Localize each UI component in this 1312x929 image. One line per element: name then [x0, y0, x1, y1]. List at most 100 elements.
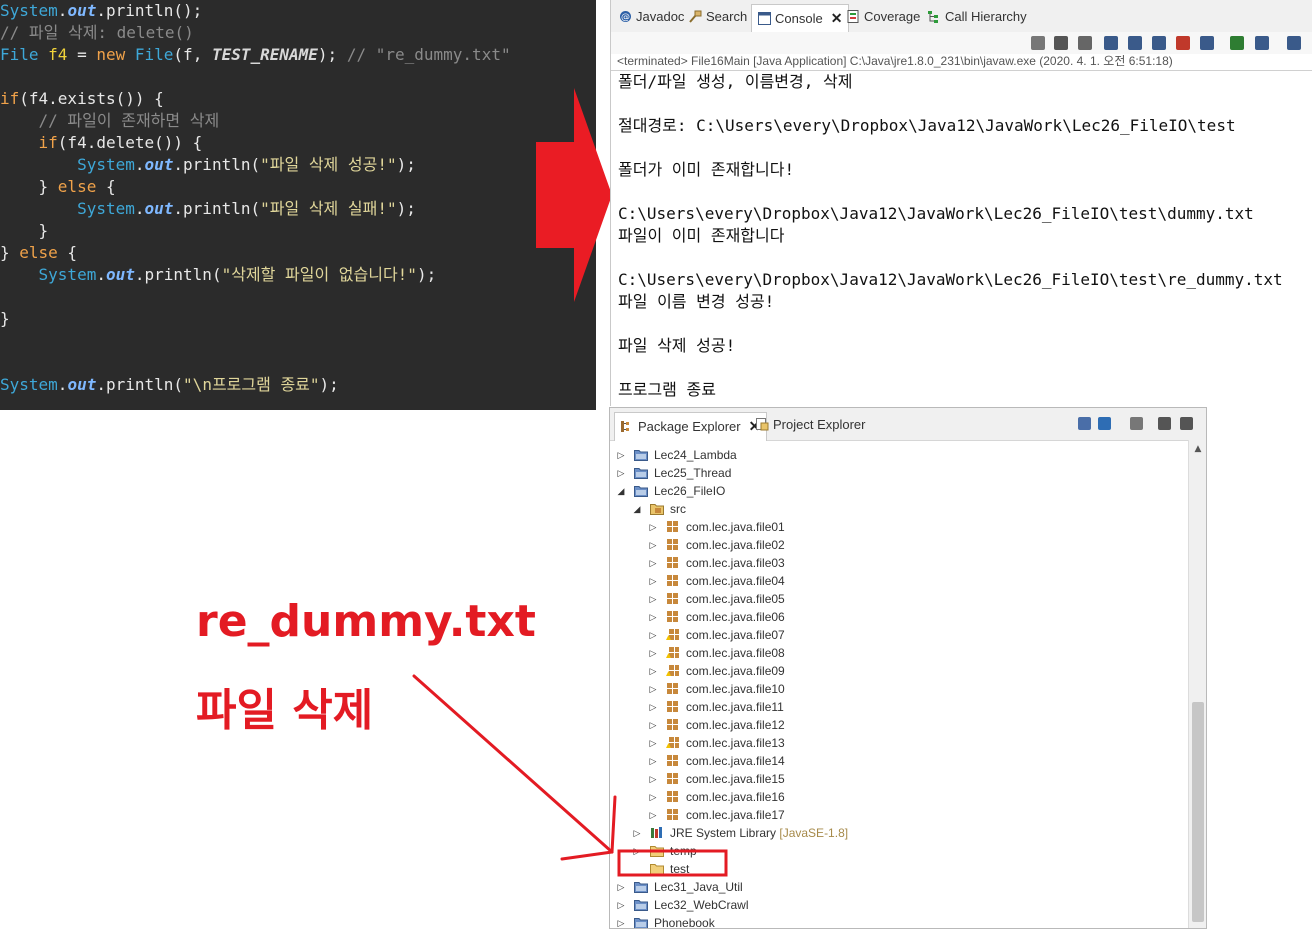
scroll-up-icon[interactable]: ▲: [1189, 442, 1206, 456]
tree-item[interactable]: ▷ com.lec.java.file16: [610, 788, 1188, 806]
expand-icon[interactable]: ▷: [648, 698, 658, 716]
tree-item[interactable]: ▷ com.lec.java.file07: [610, 626, 1188, 644]
code-token: .println(: [96, 375, 184, 394]
expand-icon[interactable]: ▷: [648, 680, 658, 698]
tree-item[interactable]: ▷ com.lec.java.file06: [610, 608, 1188, 626]
show-console-on-stderr-icon[interactable]: [1176, 36, 1190, 50]
tree-item[interactable]: ▷ Lec32_WebCrawl: [610, 896, 1188, 914]
tree-item[interactable]: ▷ com.lec.java.file14: [610, 752, 1188, 770]
link-with-editor-icon[interactable]: [1098, 417, 1111, 430]
tree-item[interactable]: ▷ com.lec.java.file05: [610, 590, 1188, 608]
expand-icon[interactable]: ▷: [648, 734, 658, 752]
expand-icon[interactable]: ▷: [648, 536, 658, 554]
tree-item[interactable]: ▷ com.lec.java.file04: [610, 572, 1188, 590]
expand-icon[interactable]: ▷: [616, 446, 626, 464]
scroll-lock-icon[interactable]: [1104, 36, 1118, 50]
tree-item[interactable]: ▷ com.lec.java.file17: [610, 806, 1188, 824]
tree-item[interactable]: ▷ temp: [610, 842, 1188, 860]
display-selected-console-icon[interactable]: [1230, 36, 1244, 50]
code-token: }: [0, 309, 10, 328]
collapse-all-icon[interactable]: [1078, 417, 1091, 430]
terminate-icon[interactable]: [1031, 36, 1045, 50]
code-editor[interactable]: System.out.println();// 파일 삭제: delete() F…: [0, 0, 596, 410]
expand-icon[interactable]: ▷: [648, 590, 658, 608]
code-token: {: [57, 243, 78, 262]
code-token: );: [319, 375, 339, 394]
tree-item[interactable]: ▷ com.lec.java.file15: [610, 770, 1188, 788]
expand-icon[interactable]: ▷: [648, 626, 658, 644]
tree-item[interactable]: ▷ com.lec.java.file09: [610, 662, 1188, 680]
tree-item[interactable]: ▷ com.lec.java.file01: [610, 518, 1188, 536]
tab-package-explorer[interactable]: Package Explorer ✕: [614, 412, 768, 441]
open-console-icon[interactable]: [1255, 36, 1269, 50]
expand-icon[interactable]: ▷: [616, 914, 626, 928]
package-icon: [666, 772, 680, 785]
tree-item[interactable]: ▷ Lec25_Thread: [610, 464, 1188, 482]
tree-item[interactable]: test: [610, 860, 1188, 878]
pin-console-icon[interactable]: [1200, 36, 1214, 50]
tree-item[interactable]: ▷ com.lec.java.file12: [610, 716, 1188, 734]
tree-item[interactable]: ▷ Lec31_Java_Util: [610, 878, 1188, 896]
tab-javadoc[interactable]: @ Javadoc: [619, 6, 684, 28]
expand-icon[interactable]: ▷: [616, 896, 626, 914]
remove-all-terminated-icon[interactable]: [1078, 36, 1092, 50]
expand-icon[interactable]: ▷: [632, 824, 642, 842]
expand-icon[interactable]: ▷: [616, 878, 626, 896]
code-token: File: [134, 45, 174, 64]
focus-icon[interactable]: [1130, 417, 1143, 430]
expand-icon[interactable]: ▷: [648, 752, 658, 770]
minimize-icon[interactable]: [1180, 417, 1193, 430]
expand-icon[interactable]: ▷: [616, 464, 626, 482]
expand-icon[interactable]: ▷: [648, 662, 658, 680]
expand-icon[interactable]: ▷: [648, 572, 658, 590]
tree-item[interactable]: ▷ com.lec.java.file13: [610, 734, 1188, 752]
expand-icon[interactable]: ▷: [648, 770, 658, 788]
expand-icon[interactable]: ▷: [648, 788, 658, 806]
scrollbar-thumb[interactable]: [1192, 702, 1204, 922]
close-icon[interactable]: ✕: [831, 10, 843, 26]
new-console-view-icon[interactable]: [1287, 36, 1301, 50]
tab-search[interactable]: Search: [689, 6, 747, 28]
collapse-icon[interactable]: ◢: [616, 482, 626, 500]
remove-launch-icon[interactable]: [1054, 36, 1068, 50]
show-console-on-stdout-icon[interactable]: [1152, 36, 1166, 50]
package-icon: [666, 700, 680, 713]
tree-item[interactable]: ▷ com.lec.java.file11: [610, 698, 1188, 716]
console-output[interactable]: 폴더/파일 생성, 이름변경, 삭제 절대경로: C:\Users\every\D…: [611, 70, 1312, 407]
code-token: .println(: [173, 155, 261, 174]
tree-item[interactable]: ▷ com.lec.java.file02: [610, 536, 1188, 554]
tree-item[interactable]: ◢ Lec26_FileIO: [610, 482, 1188, 500]
tab-console[interactable]: Console ✕: [751, 4, 850, 33]
tree-item[interactable]: ◢ src: [610, 500, 1188, 518]
view-menu-icon[interactable]: [1158, 417, 1171, 430]
expand-icon[interactable]: ▷: [648, 518, 658, 536]
expand-icon[interactable]: ▷: [648, 554, 658, 572]
project-icon: [634, 916, 648, 928]
tree-item-label: com.lec.java.file14: [686, 754, 785, 768]
tree-item-label: com.lec.java.file12: [686, 718, 785, 732]
tree-item[interactable]: ▷ com.lec.java.file03: [610, 554, 1188, 572]
vertical-scrollbar[interactable]: ▲: [1188, 440, 1206, 928]
tab-call-hierarchy[interactable]: Call Hierarchy: [928, 6, 1027, 28]
tab-project-explorer[interactable]: Project Explorer: [756, 414, 865, 436]
expand-icon[interactable]: ▷: [648, 608, 658, 626]
word-wrap-icon[interactable]: [1128, 36, 1142, 50]
tree-item[interactable]: ▷ com.lec.java.file10: [610, 680, 1188, 698]
expand-icon[interactable]: ▷: [648, 806, 658, 824]
expand-icon[interactable]: ▷: [632, 842, 642, 860]
tree-item-label: temp: [670, 844, 697, 858]
expand-icon[interactable]: ▷: [648, 644, 658, 662]
tree-item-label: com.lec.java.file11: [686, 700, 784, 714]
package-tree[interactable]: ▷ Lec24_Lambda ▷ Lec25_Thread ◢ Lec26_FileIO ◢…: [610, 440, 1188, 928]
code-line: System.out.println("\n프로그램 종료");: [0, 374, 339, 396]
tree-item[interactable]: ▷ Lec24_Lambda: [610, 446, 1188, 464]
collapse-icon[interactable]: ◢: [632, 500, 642, 518]
tab-coverage[interactable]: Coverage: [847, 6, 920, 28]
tree-item[interactable]: ▷ com.lec.java.file08: [610, 644, 1188, 662]
tree-item[interactable]: ▷ Phonebook: [610, 914, 1188, 928]
code-token: if: [0, 89, 20, 108]
tree-item[interactable]: ▷ JRE System Library [JavaSE-1.8]: [610, 824, 1188, 842]
expand-icon[interactable]: ▷: [648, 716, 658, 734]
console-icon: [758, 8, 771, 25]
